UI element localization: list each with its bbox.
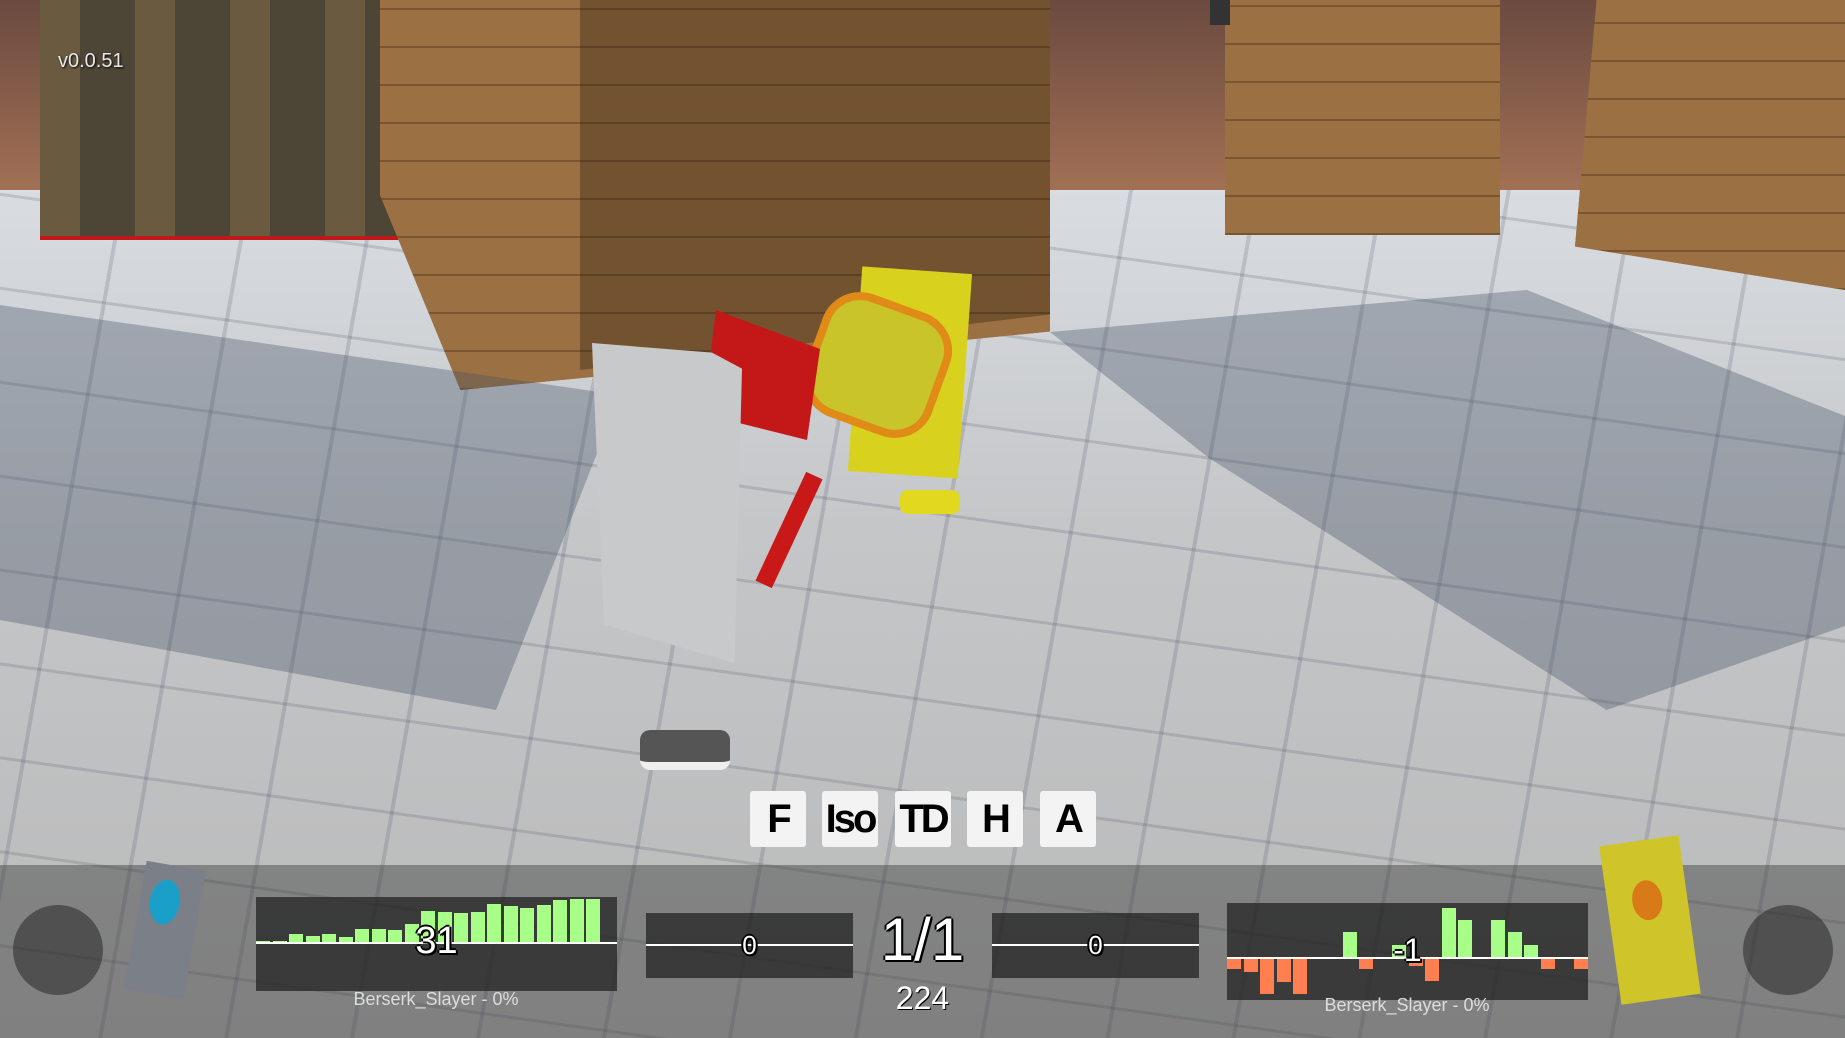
pillar-back [1225, 0, 1500, 235]
distant-figure [1210, 0, 1230, 25]
left-player-indicator [13, 905, 103, 995]
right-graph-value: -1 [1393, 932, 1422, 968]
match-timer: 224 [895, 980, 950, 1016]
grey-fighter-body [592, 343, 742, 663]
camera-a-button[interactable]: A [1040, 791, 1096, 847]
camera-topdown-button[interactable]: TD [895, 791, 951, 847]
left-graph-value: 31 [415, 920, 458, 962]
pillar-shade [580, 0, 1050, 370]
left-score-value: 0 [742, 930, 757, 960]
grey-fighter-foot [640, 730, 730, 770]
camera-h-button[interactable]: H [967, 791, 1023, 847]
pillar-right [1575, 0, 1845, 290]
right-player-indicator [1743, 905, 1833, 995]
yellow-fighter-foot [900, 490, 960, 514]
stone-statue-row [40, 0, 420, 240]
right-player-name: Berserk_Slayer - 0% [1324, 995, 1490, 1015]
version-label: v0.0.51 [58, 50, 124, 72]
right-score-value: 0 [1088, 930, 1103, 960]
camera-front-button[interactable]: F [750, 791, 806, 847]
camera-iso-button[interactable]: Iso [822, 791, 878, 847]
left-player-name: Berserk_Slayer - 0% [353, 989, 519, 1009]
round-counter: 1/1 [880, 906, 965, 973]
